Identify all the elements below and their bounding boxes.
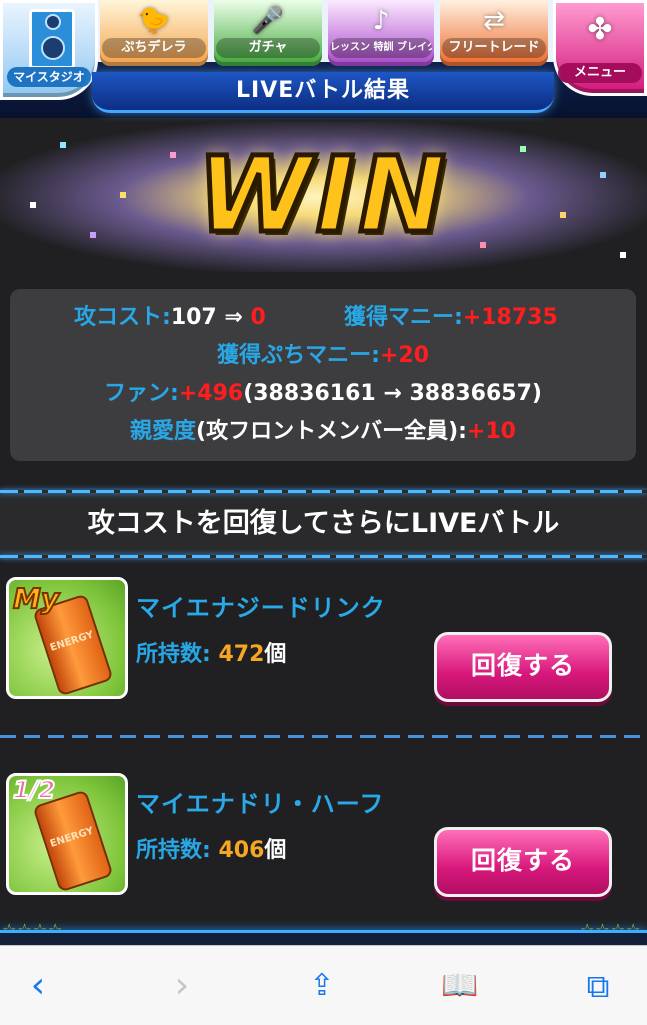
- nav-tab-label: マイスタジオ: [7, 67, 91, 87]
- nav-tab-label: ぷちデレラ: [102, 38, 206, 58]
- tabs-icon[interactable]: ⧉: [576, 964, 620, 1008]
- recover-section-header: 攻コストを回復してさらにLIVEバトル: [0, 488, 647, 560]
- bird-icon: 🐤: [137, 6, 171, 36]
- petit-money-label: 獲得ぷちマニー:: [216, 343, 380, 368]
- item-divider: [0, 735, 647, 738]
- nav-tab-petit-derella[interactable]: 🐤 ぷちデレラ: [100, 0, 208, 66]
- nav-tab-label: フリートレード: [442, 38, 546, 58]
- petit-money-value: +20: [379, 343, 430, 368]
- fan-gain: +496: [178, 381, 244, 406]
- section-title: 攻コストを回復してさらにLIVEバトル: [87, 508, 560, 539]
- energy-drink-half-thumbnail: ENERGY 1/2: [6, 773, 128, 895]
- nav-tab-label: メニュー: [558, 63, 642, 83]
- trade-arrows-icon: ⇄: [483, 6, 505, 36]
- energy-drink-thumbnail: ENERGY My: [6, 577, 128, 699]
- share-icon[interactable]: ⇪: [300, 964, 344, 1008]
- item-name: マイエナドリ・ハーフ: [136, 790, 385, 818]
- count-label: 所持数:: [136, 838, 211, 863]
- nav-tab-my-studio[interactable]: マイスタジオ: [0, 0, 98, 100]
- section-border-top: [0, 490, 647, 493]
- recover-button-energy-drink-half[interactable]: 回復する: [434, 827, 612, 897]
- recover-button-energy-drink[interactable]: 回復する: [434, 632, 612, 702]
- count-unit: 個: [264, 838, 287, 863]
- money-label: 獲得マニー:: [344, 305, 463, 330]
- money-value: +18735: [462, 305, 558, 330]
- music-note-icon: ♪: [372, 6, 390, 36]
- my-badge: My: [12, 581, 60, 616]
- nav-tab-lesson[interactable]: ♪ レッスン 特訓 ブレイク: [328, 0, 434, 66]
- affection-detail: (攻フロントメンバー全員):: [196, 419, 467, 444]
- fan-label: ファン:: [104, 381, 179, 406]
- results-row-fans: ファン:+496(38836161 → 38836657): [10, 379, 636, 409]
- nav-tab-label: レッスン 特訓 ブレイク: [330, 38, 432, 58]
- cost-arrow: ⇒: [216, 305, 251, 330]
- item-count: 所持数: 472個: [136, 636, 286, 668]
- item-energy-drink-half: ENERGY 1/2 マイエナドリ・ハーフ 所持数: 406個 回復する: [0, 770, 647, 910]
- affection-value: +10: [466, 419, 516, 444]
- can-label: ENERGY: [48, 825, 96, 850]
- cost-result: 攻コスト:107 ⇒ 0: [74, 303, 266, 333]
- cost-after: 0: [250, 305, 266, 330]
- win-text: WIN: [195, 134, 450, 256]
- half-badge: 1/2: [12, 776, 56, 804]
- money-result: 獲得マニー:+18735: [344, 303, 558, 333]
- count-label: 所持数:: [136, 642, 211, 667]
- bookmarks-icon[interactable]: 📖: [438, 964, 482, 1008]
- page-title: LIVEバトル結果: [236, 78, 410, 103]
- nav-tab-label: ガチャ: [216, 38, 320, 58]
- fan-detail: (38836161 → 38836657): [243, 381, 542, 406]
- app-screen: マイスタジオ 🐤 ぷちデレラ 🎤 ガチャ ♪ レッスン 特訓 ブレイク ⇄ フリ…: [0, 0, 647, 945]
- results-row-affection: 親愛度(攻フロントメンバー全員):+10: [10, 417, 636, 447]
- count-value: 472: [218, 642, 265, 667]
- drink-can-icon: ENERGY: [32, 789, 114, 893]
- speaker-icon: [29, 9, 75, 69]
- browser-toolbar: ‹ › ⇪ 📖 ⧉: [0, 945, 647, 1025]
- page-title-bar: LIVEバトル結果: [92, 72, 554, 113]
- can-label: ENERGY: [48, 629, 96, 654]
- battle-results-panel: 攻コスト:107 ⇒ 0 獲得マニー:+18735 獲得ぷちマニー:+20 ファ…: [10, 289, 636, 461]
- item-name: マイエナジードリンク: [136, 594, 386, 622]
- forward-icon[interactable]: ›: [160, 964, 204, 1008]
- top-navigation: マイスタジオ 🐤 ぷちデレラ 🎤 ガチャ ♪ レッスン 特訓 ブレイク ⇄ フリ…: [0, 0, 647, 118]
- cost-before: 107: [170, 305, 217, 330]
- win-banner: WIN: [0, 122, 647, 272]
- item-count: 所持数: 406個: [136, 832, 286, 864]
- count-unit: 個: [264, 642, 287, 667]
- cost-label: 攻コスト:: [74, 305, 171, 330]
- section-border-bottom: [0, 555, 647, 558]
- confetti: [620, 252, 626, 258]
- results-row-petit-money: 獲得ぷちマニー:+20: [10, 341, 636, 371]
- bottom-frame: [0, 930, 647, 945]
- microphone-icon: 🎤: [251, 6, 285, 36]
- item-energy-drink: ENERGY My マイエナジードリンク 所持数: 472個 回復する: [0, 574, 647, 714]
- nav-tab-menu[interactable]: ✤ メニュー: [553, 0, 647, 96]
- menu-emblem-icon: ✤: [587, 12, 613, 47]
- count-value: 406: [218, 838, 265, 863]
- nav-tab-gacha[interactable]: 🎤 ガチャ: [214, 0, 322, 66]
- back-icon[interactable]: ‹: [16, 964, 60, 1008]
- affection-label: 親愛度: [130, 419, 197, 444]
- nav-tab-free-trade[interactable]: ⇄ フリートレード: [440, 0, 548, 66]
